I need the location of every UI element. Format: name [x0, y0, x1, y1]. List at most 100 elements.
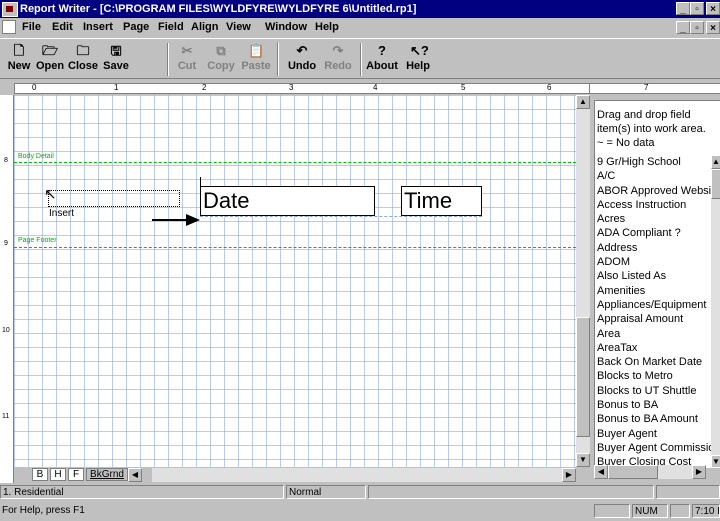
time-field[interactable]: Time [401, 186, 482, 216]
child-restore-button[interactable]: ▫ [690, 21, 704, 34]
copy-icon: ⧉ [216, 43, 226, 58]
ruler-number: 0 [32, 83, 37, 92]
undo-button[interactable]: ↶ Undo [286, 42, 318, 78]
open-button[interactable]: 🗁 Open [34, 42, 66, 78]
cut-button[interactable]: ✂ Cut [172, 42, 202, 78]
field-list-item[interactable]: Area [595, 327, 711, 341]
vertical-ruler: 8 9 10 11 [0, 95, 14, 483]
window-title: Report Writer - [C:\PROGRAM FILES\WYLDFY… [20, 3, 417, 15]
scroll-left-button[interactable]: ◀ [128, 468, 142, 482]
field-list-item[interactable]: ADA Compliant ? [595, 226, 711, 240]
field-list-item[interactable]: Acres [595, 212, 711, 226]
field-list[interactable]: 9 Gr/High SchoolA/CABOR Approved Website… [595, 155, 711, 467]
scroll-right-button[interactable]: ▶ [562, 468, 576, 482]
ruler-number: 2 [202, 83, 207, 92]
field-list-item[interactable]: Blocks to Metro [595, 369, 711, 383]
scroll-thumb[interactable] [576, 317, 590, 437]
scroll-thumb[interactable] [608, 465, 658, 479]
ruler-number: 3 [289, 83, 294, 92]
clipboard-icon: 📋 [248, 43, 265, 58]
work-horizontal-scrollbar[interactable]: ▶ [152, 468, 576, 482]
scroll-indicator [670, 504, 690, 518]
scroll-left-button[interactable]: ◀ [594, 465, 608, 479]
minimize-button[interactable]: _ [676, 2, 690, 15]
close-button[interactable]: × [706, 2, 720, 15]
tab-footer[interactable]: F [68, 468, 84, 481]
scroll-up-button[interactable]: ▲ [711, 155, 720, 169]
field-list-item[interactable]: Bonus to BA Amount [595, 412, 711, 426]
scroll-right-button[interactable]: ▶ [692, 465, 706, 479]
field-list-item[interactable]: Amenities [595, 284, 711, 298]
body-detail-band-line[interactable] [14, 162, 576, 163]
about-button[interactable]: ? About [364, 42, 400, 78]
field-list-scrollbar[interactable]: ▲ ▼ [711, 155, 720, 467]
field-list-item[interactable]: 9 Gr/High School [595, 155, 711, 169]
menu-insert[interactable]: Insert [83, 21, 113, 33]
field-panel: Drag and drop field item(s) into work ar… [590, 95, 720, 483]
app-icon[interactable] [2, 2, 18, 17]
field-list-item[interactable]: ADOM [595, 255, 711, 269]
field-list-horizontal-scrollbar[interactable]: ◀ ▶ [594, 465, 706, 479]
title-bar[interactable]: Report Writer - [C:\PROGRAM FILES\WYLDFY… [0, 0, 720, 18]
field-list-item[interactable]: Buyer Agent [595, 427, 711, 441]
menu-edit[interactable]: Edit [52, 21, 73, 33]
scroll-up-button[interactable]: ▲ [576, 95, 590, 109]
horizontal-ruler: 0 1 2 3 4 5 6 [14, 83, 590, 94]
help-hint: For Help, press F1 [2, 505, 85, 516]
menu-view[interactable]: View [226, 21, 251, 33]
selection-status: 1. Residential [0, 485, 284, 499]
work-vertical-scrollbar[interactable]: ▲ ▼ [576, 95, 590, 467]
menu-window[interactable]: Window [265, 21, 307, 33]
scroll-thumb[interactable] [711, 169, 720, 199]
field-list-item[interactable]: Appraisal Amount [595, 312, 711, 326]
menu-field[interactable]: Field [158, 21, 184, 33]
page-footer-band-line[interactable] [14, 247, 576, 248]
menu-bar: File Edit Insert Page Field Align View W… [0, 18, 720, 37]
field-list-item[interactable]: Also Listed As [595, 269, 711, 283]
tab-body[interactable]: B [32, 468, 48, 481]
tab-header[interactable]: H [50, 468, 66, 481]
save-button[interactable]: 🖫 Save [100, 42, 132, 78]
field-list-item[interactable]: ABOR Approved Websites [595, 184, 711, 198]
field-list-item[interactable]: Buyer Agent Commission [595, 441, 711, 455]
field-list-item[interactable]: Address [595, 241, 711, 255]
close-file-button[interactable]: 🗀 Close [66, 42, 100, 78]
page-footer-band-label: Page Footer [18, 237, 57, 244]
new-button[interactable]: 🗋 New [4, 42, 34, 78]
ruler-number: 11 [2, 413, 10, 420]
help-button[interactable]: ↖? Help [404, 42, 432, 78]
tab-background[interactable]: BkGrnd [86, 468, 128, 481]
mode-status: Normal [286, 485, 366, 499]
paste-button[interactable]: 📋 Paste [238, 42, 274, 78]
field-list-item[interactable]: Back On Market Date [595, 355, 711, 369]
scroll-down-button[interactable]: ▼ [711, 455, 720, 467]
scroll-down-button[interactable]: ▼ [576, 453, 590, 467]
menu-page[interactable]: Page [123, 21, 149, 33]
field-list-item[interactable]: Blocks to UT Shuttle [595, 384, 711, 398]
child-close-button[interactable]: × [706, 21, 720, 34]
info-bar: 1. Residential Normal [0, 484, 720, 501]
field-list-item[interactable]: A/C [595, 169, 711, 183]
redo-button[interactable]: ↷ Redo [322, 42, 354, 78]
insert-label: Insert [49, 208, 75, 219]
redo-arrow-icon: ↷ [332, 43, 344, 58]
menu-file[interactable]: File [22, 21, 41, 33]
date-field[interactable]: Date [200, 186, 375, 216]
field-list-item[interactable]: AreaTax [595, 341, 711, 355]
report-work-area[interactable]: Body Detail Page Footer ↖ Insert Date Ti… [14, 95, 576, 467]
field-list-item[interactable]: Bonus to BA [595, 398, 711, 412]
document-icon[interactable] [2, 20, 16, 34]
field-list-item[interactable]: Appliances/Equipment [595, 298, 711, 312]
insert-drop-outline [48, 190, 180, 207]
ruler-number: 1 [114, 83, 119, 92]
toolbar: 🗋 New 🗁 Open 🗀 Close 🖫 Save ✂ Cut ⧉ Copy 📋 Past… [0, 38, 720, 79]
field-panel-content: Drag and drop field item(s) into work ar… [594, 100, 720, 468]
field-list-item[interactable]: Access Instruction [595, 198, 711, 212]
menu-align[interactable]: Align [191, 21, 219, 33]
copy-button[interactable]: ⧉ Copy [204, 42, 238, 78]
toolbar-separator [360, 43, 362, 76]
child-minimize-button[interactable]: _ [676, 21, 690, 34]
maximize-button[interactable]: ▫ [690, 2, 704, 15]
ruler-number: 7 [644, 83, 649, 92]
menu-help[interactable]: Help [315, 21, 339, 33]
